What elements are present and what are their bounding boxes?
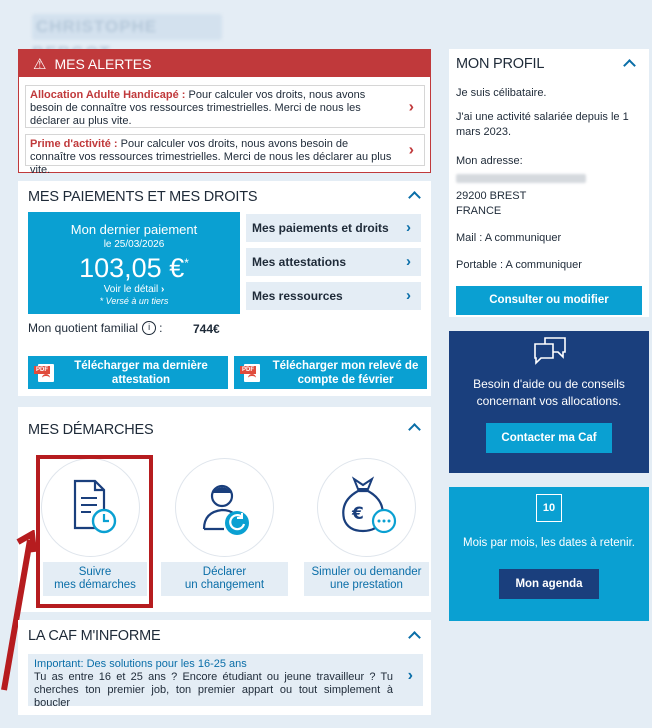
profile-title: MON PROFIL [456,56,545,72]
help-text: Besoin d'aide ou de conseils concernant … [473,377,625,408]
marital-status: Je suis célibataire. [456,87,547,99]
chevron-right-icon: › [406,253,411,270]
alerts-title: MES ALERTES [54,55,152,72]
mail-text: Mail : A communiquer [456,232,562,244]
quotient-label: Mon quotient familial [28,321,139,335]
user-refresh-icon [202,484,249,535]
collapse-icon[interactable] [408,629,420,641]
highlight-box [36,455,153,608]
third-party-note: * Versé à un tiers [99,296,169,306]
user-name: CHRISTOPHE BERGOT [32,14,222,62]
declare-change-link[interactable]: Déclarer un changement [161,562,288,596]
pdf-icon [34,364,54,382]
payments-title: MES PAIEMENTS ET MES DROITS [28,189,258,205]
simulate-circle[interactable]: € [317,458,416,557]
alerts-header: ⚠ MES ALERTES [19,50,430,77]
calendar-icon: 10 [536,494,562,522]
alert-label: Prime d'activité : [30,138,118,150]
detail-link[interactable]: Voir le détail › [28,284,240,295]
payment-amount: 103,05 € [79,253,185,283]
payments-panel: MES PAIEMENTS ET MES DROITS Mon dernier … [18,181,431,396]
demarche-line2: une prestation [330,579,403,591]
link-resources[interactable]: Mes ressources › [246,282,421,310]
demarches-title: MES DÉMARCHES [28,422,154,438]
link-attestations[interactable]: Mes attestations › [246,248,421,276]
money-bag-icon: € [342,476,397,534]
download-attestation-button[interactable]: Télécharger ma dernière attestation [28,356,228,389]
edit-profile-button[interactable]: Consulter ou modifier [456,286,642,315]
quotient-row: Mon quotient familial i : [28,321,162,335]
detail-link-label: Voir le détail [103,284,159,295]
news-item[interactable]: Important: Des solutions pour les 16-25 … [28,654,423,709]
help-panel: Besoin d'aide ou de conseils concernant … [449,331,649,473]
payment-amount-row: 103,05 €* [28,249,240,283]
link-label: Mes ressources [252,289,343,303]
address-label: Mon adresse: [456,155,523,167]
profile-panel: MON PROFIL Je suis célibataire. J'ai une… [449,49,649,317]
collapse-icon[interactable] [408,189,420,201]
link-payments-rights[interactable]: Mes paiements et droits › [246,214,421,242]
amount-asterisk: * [184,256,189,270]
caf-info-panel: LA CAF M'INFORME Important: Des solution… [18,620,431,715]
activity-text: J'ai une activité salariée depuis le 1 m… [456,111,629,138]
news-title: Important: Des solutions pour les 16-25 … [34,658,247,670]
download-statement-button[interactable]: Télécharger mon relevé de compte de févr… [234,356,427,389]
link-label: Mes paiements et droits [252,221,389,235]
svg-text:€: € [351,504,364,524]
last-payment-label: Mon dernier paiement [70,222,198,237]
download-statement-label: Télécharger mon relevé de compte de févr… [272,360,419,386]
contact-caf-button[interactable]: Contacter ma Caf [486,423,612,453]
address-street-redacted [456,174,586,183]
alert-prime-activite[interactable]: Prime d'activité : Pour calculer vos dro… [25,134,425,176]
agenda-text: Mois par mois, les dates à retenir. [463,537,635,549]
collapse-icon[interactable] [408,421,420,433]
caf-info-title: LA CAF M'INFORME [28,628,161,644]
news-text: Tu as entre 16 et 25 ans ? Encore étudia… [34,671,393,709]
agenda-panel: 10 Mois par mois, les dates à retenir. M… [449,487,649,621]
calendar-day: 10 [542,502,556,514]
phone-text: Portable : A communiquer [456,259,582,271]
chevron-right-icon: › [408,141,414,159]
alert-label: Allocation Adulte Handicapé : [30,89,186,101]
chevron-right-icon: › [406,287,411,304]
postal-city: 29200 BREST [456,190,527,202]
quotient-colon: : [159,321,163,335]
last-payment-card[interactable]: Mon dernier paiement le 25/03/2026 103,0… [28,212,240,314]
chevron-right-icon: › [406,219,411,236]
demarche-line2: un changement [184,579,265,591]
agenda-button[interactable]: Mon agenda [499,569,599,599]
collapse-icon[interactable] [623,57,635,69]
warning-icon: ⚠ [33,55,47,73]
demarche-line1: Simuler ou demander [311,566,422,578]
chevron-right-icon: › [407,667,413,684]
simulate-link[interactable]: Simuler ou demander une prestation [304,562,429,596]
chevron-right-icon: › [408,98,414,115]
info-icon[interactable]: i [142,321,157,335]
chevron-right-icon: › [160,284,165,295]
quotient-value: 744€ [193,322,220,336]
link-label: Mes attestations [252,255,347,269]
alert-aah[interactable]: Allocation Adulte Handicapé : Pour calcu… [25,85,425,128]
demarche-line1: Déclarer [202,566,247,578]
country: FRANCE [456,205,502,217]
pdf-icon [240,364,260,382]
download-attestation-label: Télécharger ma dernière attestation [74,360,208,386]
chat-bubbles-icon [534,337,566,365]
declare-change-circle[interactable] [175,458,274,557]
alerts-panel: ⚠ MES ALERTES Allocation Adulte Handicap… [18,49,431,176]
